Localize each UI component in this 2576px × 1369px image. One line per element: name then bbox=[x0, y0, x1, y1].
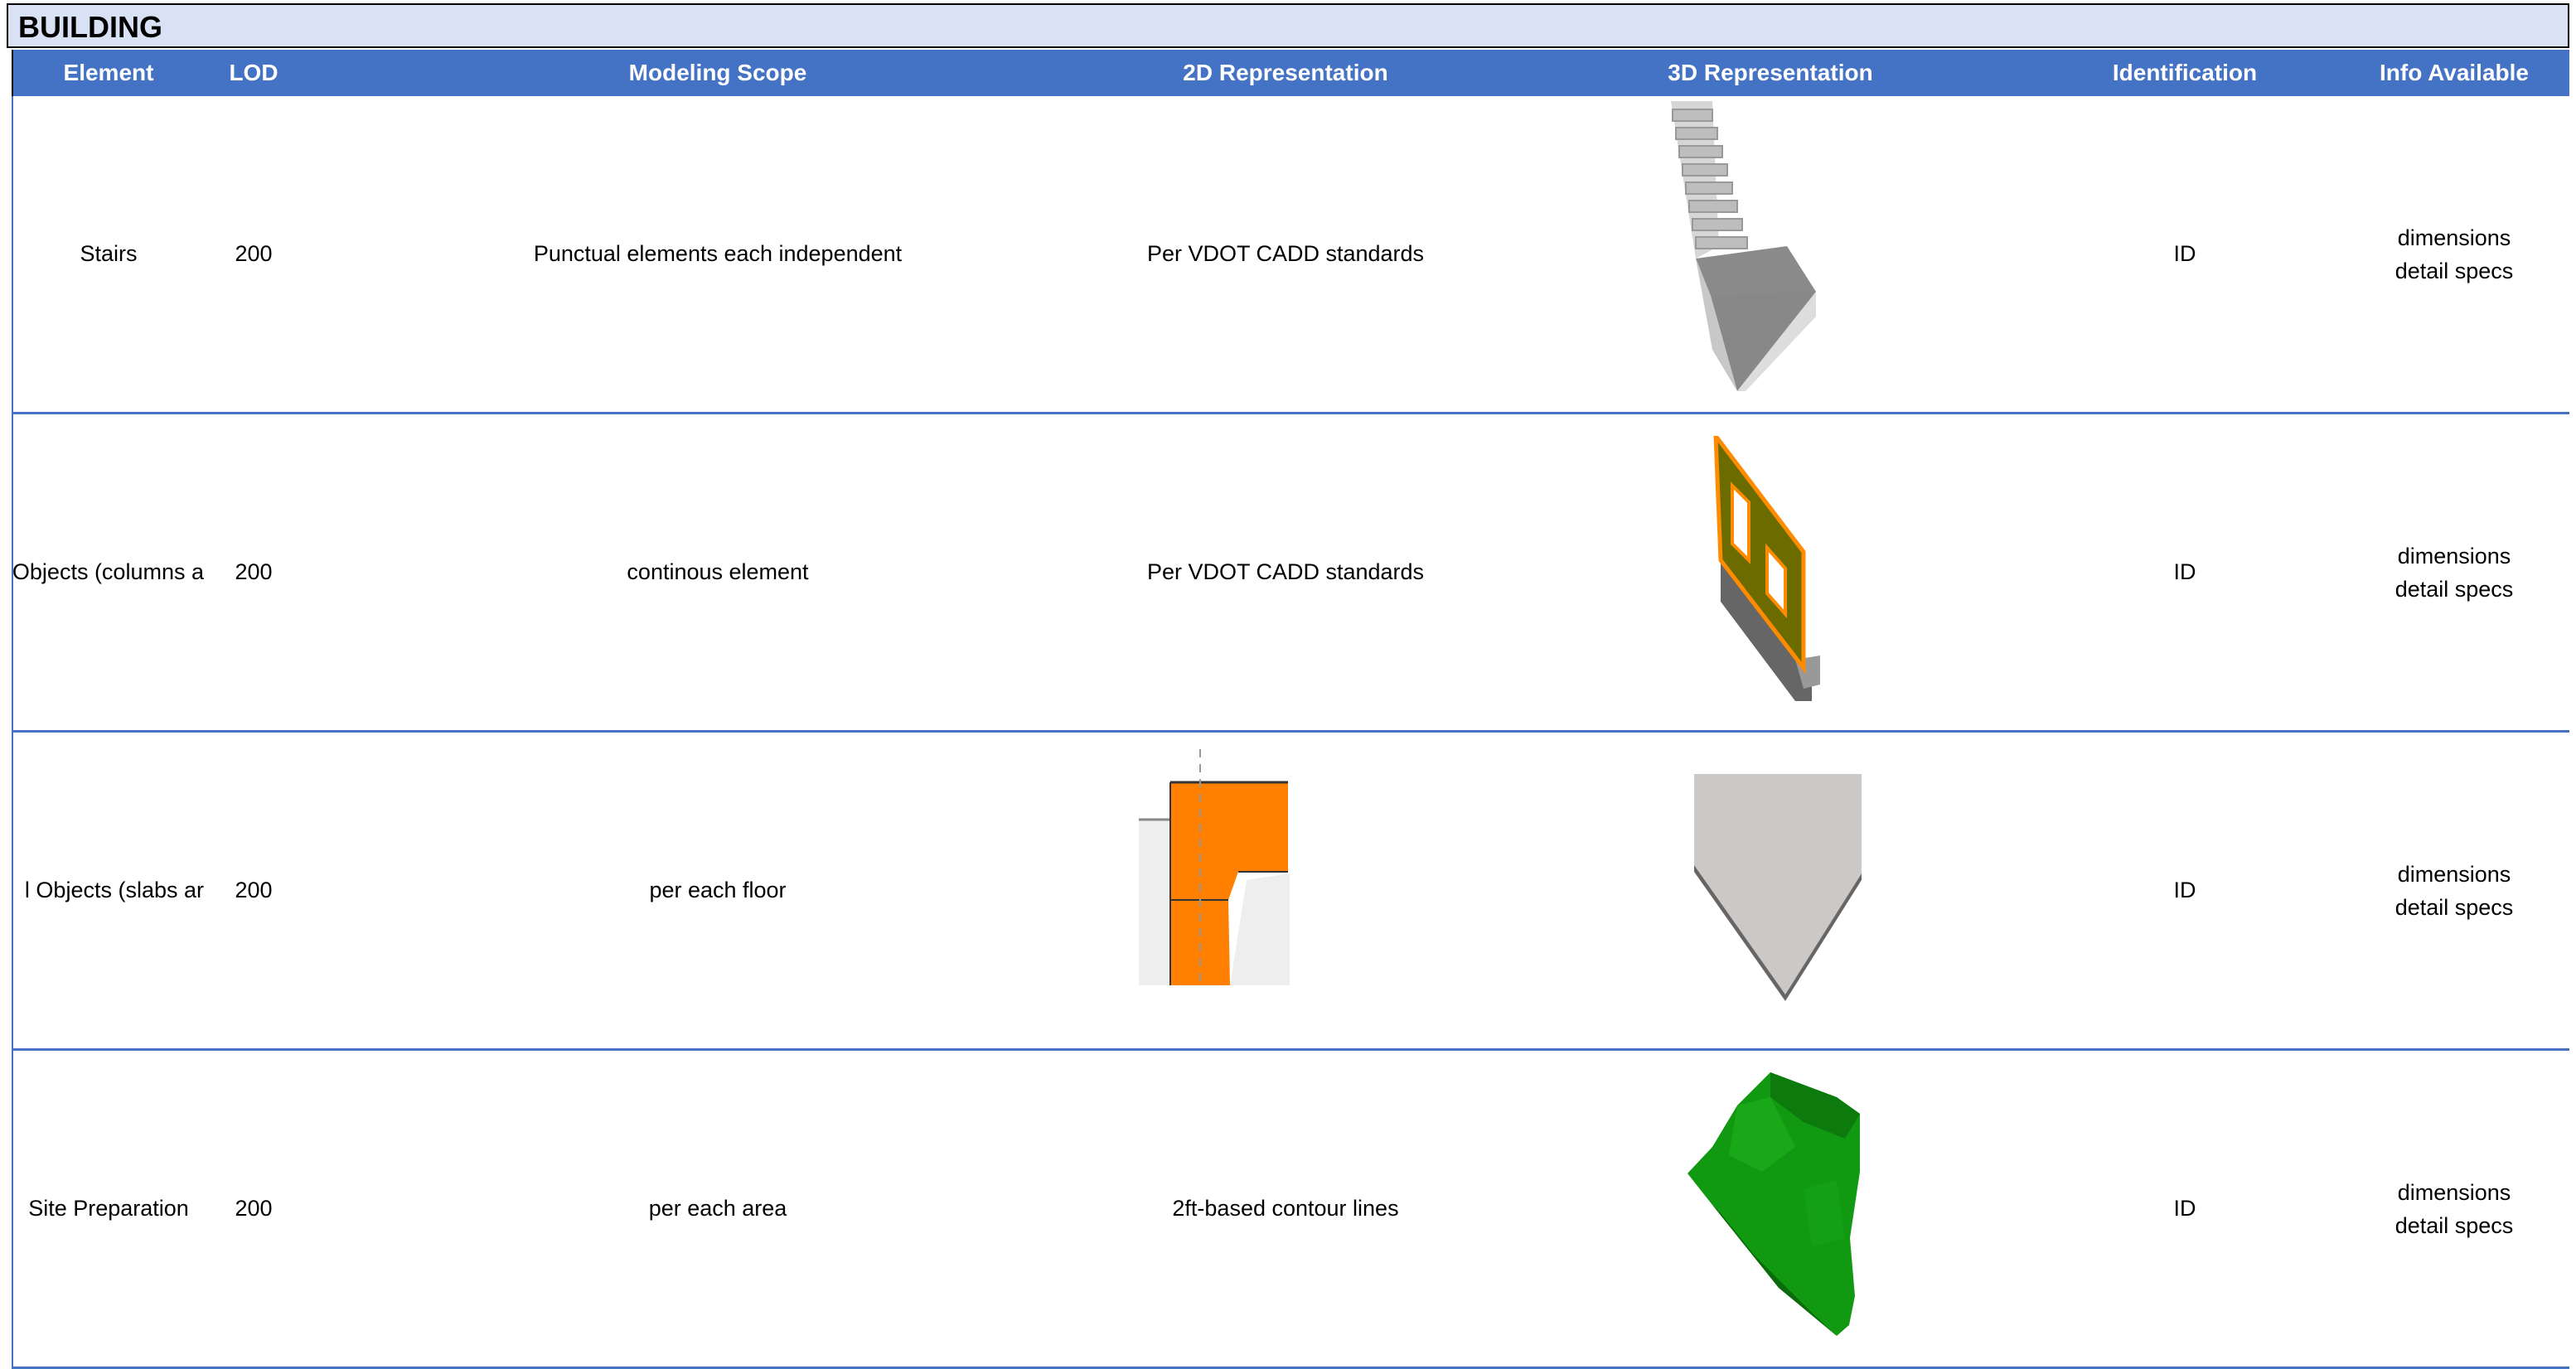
info-dimensions: dimensions bbox=[2397, 543, 2511, 568]
slab-section-2d-icon[interactable] bbox=[1139, 741, 1305, 989]
terrain-3d-icon[interactable] bbox=[1679, 1072, 1870, 1338]
identification-cell[interactable]: ID bbox=[2060, 733, 2309, 1048]
section-title-bar[interactable]: BUILDING bbox=[7, 3, 2569, 48]
info-dimensions: dimensions bbox=[2397, 225, 2511, 250]
modeling-scope-cell[interactable]: Punctual elements each independent bbox=[303, 96, 1132, 412]
table-row: Stairs 200 Punctual elements each indepe… bbox=[12, 96, 2569, 414]
header-info-available[interactable]: Info Available bbox=[2334, 50, 2574, 96]
modeling-scope-cell[interactable]: continous element bbox=[303, 414, 1132, 730]
header-3d-representation[interactable]: 3D Representation bbox=[1563, 50, 1978, 96]
element-cell[interactable]: Objects (columns a bbox=[13, 414, 204, 730]
info-detail-specs: detail specs bbox=[2394, 258, 2514, 283]
2d-representation-cell[interactable]: Per VDOT CADD standards bbox=[1132, 96, 1439, 412]
lod-cell[interactable]: 200 bbox=[204, 96, 303, 412]
info-detail-specs: detail specs bbox=[2394, 894, 2514, 920]
slab-3d-icon[interactable] bbox=[1684, 774, 1867, 1006]
element-cell[interactable]: Stairs bbox=[13, 96, 204, 412]
table-row: Objects (columns a 200 continous element… bbox=[12, 414, 2569, 733]
header-2d-representation[interactable]: 2D Representation bbox=[1008, 50, 1563, 96]
identification-cell[interactable]: ID bbox=[2060, 96, 2309, 412]
table-header-row: Element LOD Modeling Scope 2D Representa… bbox=[12, 50, 2569, 96]
wall-3d-icon[interactable] bbox=[1712, 436, 1845, 701]
header-identification[interactable]: Identification bbox=[2060, 50, 2309, 96]
header-lod[interactable]: LOD bbox=[204, 50, 303, 96]
info-available-cell[interactable]: dimensions detail specs bbox=[2334, 733, 2574, 1048]
info-available-cell[interactable]: dimensions detail specs bbox=[2334, 1051, 2574, 1367]
table-row: Site Preparation 200 per each area 2ft-b… bbox=[12, 1051, 2569, 1369]
modeling-scope-cell[interactable]: per each floor bbox=[303, 733, 1132, 1048]
2d-representation-cell[interactable]: 2ft-based contour lines bbox=[1132, 1051, 1439, 1367]
info-detail-specs: detail specs bbox=[2394, 576, 2514, 602]
header-element[interactable]: Element bbox=[13, 50, 204, 96]
info-available-cell[interactable]: dimensions detail specs bbox=[2334, 414, 2574, 730]
table-row: l Objects (slabs ar 200 per each floor I… bbox=[12, 733, 2569, 1051]
lod-cell[interactable]: 200 bbox=[204, 733, 303, 1048]
2d-representation-cell[interactable]: Per VDOT CADD standards bbox=[1132, 414, 1439, 730]
info-dimensions: dimensions bbox=[2397, 861, 2511, 887]
identification-cell[interactable]: ID bbox=[2060, 414, 2309, 730]
section-title: BUILDING bbox=[18, 10, 162, 44]
identification-cell[interactable]: ID bbox=[2060, 1051, 2309, 1367]
lod-cell[interactable]: 200 bbox=[204, 1051, 303, 1367]
modeling-scope-cell[interactable]: per each area bbox=[303, 1051, 1132, 1367]
info-available-cell[interactable]: dimensions detail specs bbox=[2334, 96, 2574, 412]
info-dimensions: dimensions bbox=[2397, 1179, 2511, 1205]
info-detail-specs: detail specs bbox=[2394, 1212, 2514, 1238]
stairs-3d-icon[interactable] bbox=[1663, 101, 1828, 391]
element-cell[interactable]: Site Preparation bbox=[13, 1051, 204, 1367]
lod-cell[interactable]: 200 bbox=[204, 414, 303, 730]
element-cell[interactable]: l Objects (slabs ar bbox=[13, 733, 204, 1048]
spreadsheet-sheet: BUILDING Element LOD Modeling Scope 2D R… bbox=[0, 0, 2576, 1369]
